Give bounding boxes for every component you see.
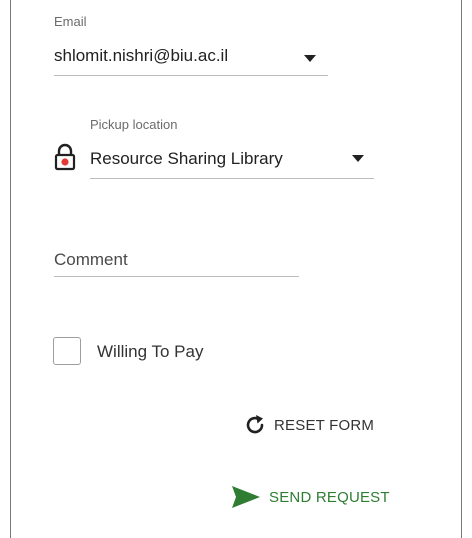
send-icon <box>231 485 261 509</box>
panel-left-border <box>10 0 11 538</box>
pickup-location-label: Pickup location <box>90 117 178 132</box>
email-value: shlomit.nishri@biu.ac.il <box>54 45 229 65</box>
willing-to-pay-checkbox[interactable] <box>53 337 81 365</box>
reset-form-button[interactable]: RESET FORM <box>244 414 374 436</box>
send-request-button[interactable]: SEND REQUEST <box>231 485 390 509</box>
chevron-down-icon[interactable] <box>304 55 316 62</box>
reset-form-label: RESET FORM <box>274 416 375 434</box>
chevron-down-icon[interactable] <box>352 155 364 162</box>
refresh-icon <box>244 414 266 436</box>
willing-to-pay-label[interactable]: Willing To Pay <box>97 342 203 362</box>
request-form-panel: Email shlomit.nishri@biu.ac.il Pickup lo… <box>0 0 472 538</box>
email-select[interactable]: shlomit.nishri@biu.ac.il <box>54 42 328 76</box>
email-label: Email <box>54 14 87 29</box>
panel-right-border <box>461 0 462 538</box>
lock-icon <box>54 143 76 171</box>
comment-input[interactable] <box>54 250 299 277</box>
pickup-location-value: Resource Sharing Library <box>90 148 283 168</box>
pickup-location-select[interactable]: Resource Sharing Library <box>90 145 374 179</box>
send-request-label: SEND REQUEST <box>269 488 390 506</box>
